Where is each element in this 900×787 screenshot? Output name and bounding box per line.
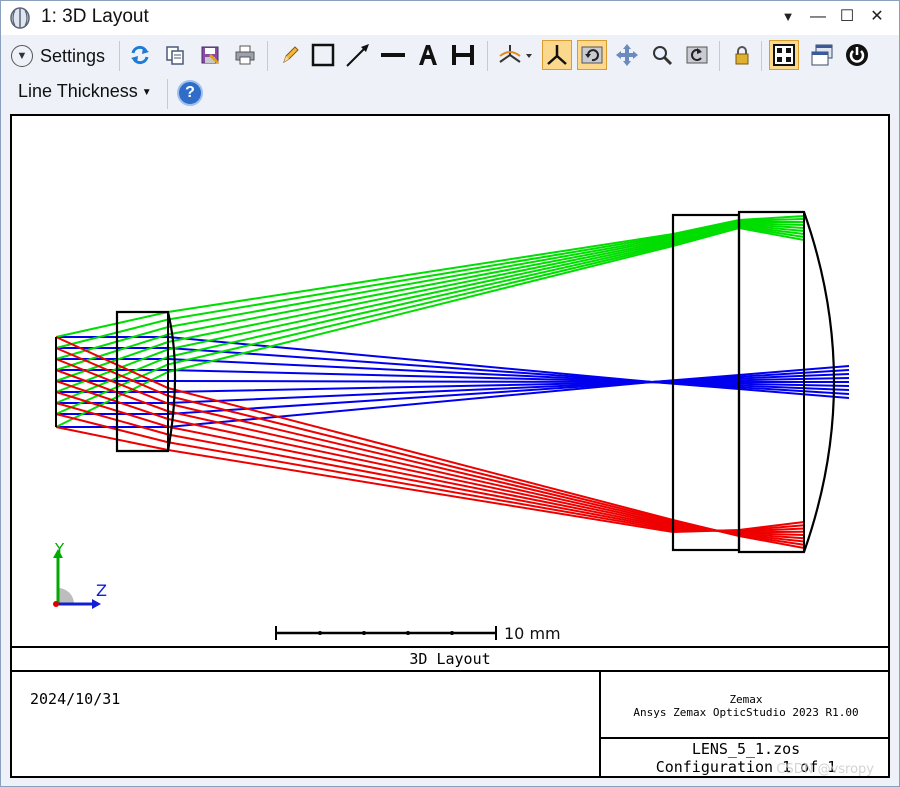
footer-title: 3D Layout xyxy=(409,650,490,668)
pan-button[interactable] xyxy=(612,40,642,70)
y-axis-label: Y xyxy=(54,540,65,558)
copy-button[interactable] xyxy=(160,40,190,70)
lens-app-icon xyxy=(10,7,30,29)
print-icon xyxy=(235,45,255,65)
tile-button[interactable] xyxy=(769,40,799,70)
save-icon xyxy=(201,46,219,64)
axes-icon xyxy=(547,45,567,65)
rectangle-button[interactable] xyxy=(308,40,338,70)
power-button[interactable] xyxy=(842,40,872,70)
footer-company: Zemax xyxy=(729,693,762,706)
z-axis-label: Z xyxy=(96,581,107,600)
toolbar-separator xyxy=(487,41,488,71)
axes-button[interactable] xyxy=(542,40,572,70)
toolbar-separator xyxy=(761,41,762,71)
scale-bar-label: 10 mm xyxy=(504,624,561,643)
layout-canvas: Y Z 10 mm 3D Layout 2024/10/31 Zemax Ans… xyxy=(12,210,888,777)
zoom-icon xyxy=(653,46,673,66)
footer-date: 2024/10/31 xyxy=(30,690,120,708)
save-button[interactable] xyxy=(195,40,225,70)
reset-view-button[interactable] xyxy=(577,40,607,70)
help-icon[interactable]: ? xyxy=(177,80,203,106)
window-menu-button[interactable]: ▼ xyxy=(776,5,800,29)
footer-file: LENS_5_1.zos xyxy=(692,740,800,758)
arrow-button[interactable] xyxy=(343,40,373,70)
dimension-icon xyxy=(452,45,474,65)
minimize-button[interactable]: — xyxy=(806,5,830,29)
zoom-button[interactable] xyxy=(647,40,677,70)
lock-button[interactable] xyxy=(727,40,757,70)
power-icon xyxy=(846,44,868,66)
toolbar-separator xyxy=(267,41,268,71)
axis-triad: Y Z xyxy=(53,540,107,609)
settings-label: Settings xyxy=(40,45,106,66)
toolbar-separator xyxy=(119,41,120,71)
window-icon xyxy=(811,44,833,66)
secondary-toolbar: Line Thickness ▼ ? xyxy=(1,75,899,113)
maximize-button[interactable]: ☐ xyxy=(835,5,859,29)
text-button[interactable] xyxy=(413,40,443,70)
main-toolbar: ▼ Settings xyxy=(1,37,899,75)
settings-button[interactable]: ▼ Settings xyxy=(11,42,105,70)
tile-icon xyxy=(773,44,795,66)
window-title: 1: 3D Layout xyxy=(41,6,149,27)
chevron-down-icon: ▼ xyxy=(11,45,33,67)
layout-window: 1: 3D Layout ▼ — ☐ ✕ ▼ Settings Line Thi… xyxy=(0,0,900,787)
arrow-icon xyxy=(346,44,369,67)
toolbar-separator xyxy=(719,41,720,71)
watermark: CSDN @vsropy xyxy=(776,762,874,776)
line-button[interactable] xyxy=(378,40,408,70)
window-button[interactable] xyxy=(807,40,837,70)
rectangle-icon xyxy=(311,43,335,67)
pan-icon xyxy=(616,44,638,66)
refresh-icon xyxy=(131,45,149,65)
copy-icon xyxy=(166,46,184,65)
text-icon xyxy=(419,45,437,65)
line-thickness-label: Line Thickness xyxy=(18,81,138,101)
pencil-button[interactable] xyxy=(275,40,305,70)
pencil-icon xyxy=(283,46,299,64)
print-button[interactable] xyxy=(230,40,260,70)
title-bar: 1: 3D Layout ▼ — ☐ ✕ xyxy=(1,1,899,35)
close-button[interactable]: ✕ xyxy=(865,5,889,29)
lock-icon xyxy=(735,46,749,65)
rotate-view-icon xyxy=(499,45,532,63)
undo-zoom-icon xyxy=(686,46,708,64)
footer-product: Ansys Zemax OpticStudio 2023 R1.00 xyxy=(633,706,858,719)
layout-plot: Y Z 10 mm 3D Layout 2024/10/31 Zemax Ans… xyxy=(10,114,890,778)
line-thickness-dropdown[interactable]: Line Thickness ▼ xyxy=(18,81,152,102)
undo-zoom-button[interactable] xyxy=(682,40,712,70)
caret-down-icon: ▼ xyxy=(141,86,152,98)
reset-view-icon xyxy=(581,46,603,64)
scale-bar: 10 mm xyxy=(275,624,561,643)
dimension-button[interactable] xyxy=(448,40,478,70)
rotate-view-button[interactable] xyxy=(495,40,535,70)
toolbar-separator xyxy=(167,79,168,109)
refresh-button[interactable] xyxy=(125,40,155,70)
line-icon xyxy=(381,53,405,57)
